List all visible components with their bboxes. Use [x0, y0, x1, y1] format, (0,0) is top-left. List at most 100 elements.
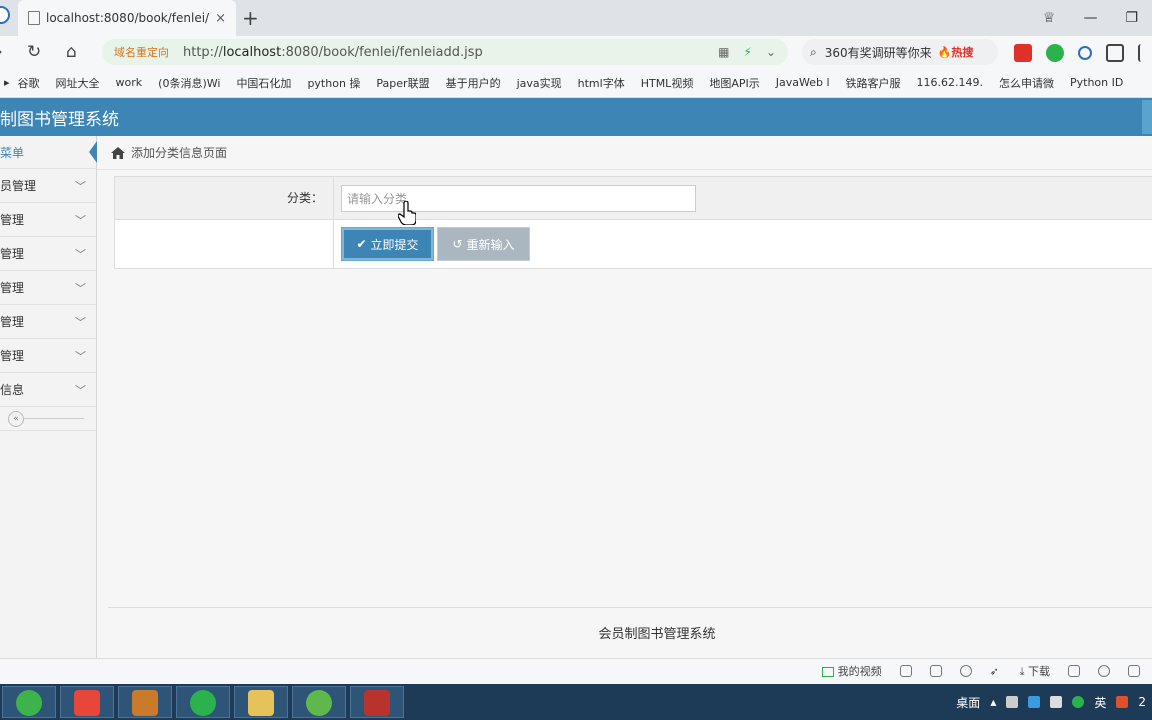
taskbar-app-explorer[interactable] [234, 686, 288, 718]
extension-red-icon[interactable] [1014, 44, 1032, 62]
bookmark-item[interactable]: 谷歌 [18, 75, 40, 91]
sidebar-item[interactable]: 管理 ﹀ [0, 339, 96, 373]
apps-grid-icon[interactable] [1106, 44, 1124, 62]
bookmark-item[interactable]: 网址大全 [56, 75, 100, 91]
bookmark-chevron-icon[interactable]: ▸ [4, 76, 10, 89]
qr-icon[interactable]: ▦ [718, 45, 729, 59]
image-icon[interactable] [929, 665, 942, 677]
browser-tab-bar: localhost:8080/book/fenlei/fe × + ♕ — ❐ [0, 0, 1152, 36]
window-icon[interactable] [1128, 665, 1140, 677]
hot-search-badge[interactable]: 🔥热搜 [938, 44, 974, 60]
ime-indicator[interactable]: 英 [1094, 694, 1106, 711]
bookmark-item[interactable]: html字体 [578, 75, 625, 91]
notebook-icon [364, 690, 390, 716]
bookmark-item[interactable]: 中国石化加 [236, 75, 291, 91]
browser-logo-icon [0, 6, 10, 24]
bookmark-item[interactable]: HTML视频 [641, 75, 694, 91]
clock[interactable]: 2 [1138, 695, 1146, 709]
bookmark-item[interactable]: JavaWeb l [776, 76, 830, 89]
extension-green-icon[interactable] [1046, 44, 1064, 62]
url-text[interactable]: http://localhost:8080/book/fenlei/fenlei… [183, 45, 718, 60]
redirect-badge[interactable]: 域名重定向 [114, 44, 169, 60]
chevron-down-icon: ﹀ [75, 349, 86, 363]
tray-app-icon[interactable] [1028, 696, 1041, 708]
chevron-down-icon: ﹀ [75, 213, 86, 227]
bookmark-item[interactable]: python 操 [307, 75, 360, 91]
back-icon[interactable]: › [0, 42, 3, 62]
reload-icon[interactable]: ↻ [27, 42, 41, 62]
reset-button[interactable]: ↺ 重新输入 [437, 227, 530, 261]
search-suggestion[interactable]: 360有奖调研等你来 [825, 44, 932, 61]
tray-expand-icon[interactable]: ▴ [990, 695, 996, 709]
bookmark-item[interactable]: (0条消息)Wi [158, 75, 220, 91]
footer-divider [108, 607, 1152, 608]
video-icon [821, 667, 834, 677]
sidebar-item-label: 管理 [0, 213, 25, 227]
shield-icon[interactable] [899, 665, 912, 677]
search-icon: ⌕ [810, 44, 817, 59]
dropdown-chevron-icon[interactable]: ⌄ [766, 45, 776, 59]
search-box[interactable]: ⌕ 360有奖调研等你来 🔥热搜 [802, 39, 998, 65]
sidebar-item-label: 信息 [0, 383, 25, 397]
bookmark-item[interactable]: 地图API示 [709, 75, 759, 91]
home-button-icon[interactable]: ⌂ [66, 42, 77, 62]
url-bar[interactable]: 域名重定向 http://localhost:8080/book/fenlei/… [102, 39, 788, 65]
speed-icon[interactable]: ⚡ [744, 45, 752, 59]
minimize-icon[interactable]: — [1083, 10, 1097, 26]
speed-dial-icon[interactable] [959, 665, 972, 677]
sidebar-item-label: 管理 [0, 349, 25, 363]
category-form: 分类： ✔ 立即提交 ↺ 重新输入 [114, 176, 1152, 269]
download-button[interactable]: ⤓ 下载 [1020, 663, 1050, 679]
extension-search-icon[interactable] [1078, 46, 1092, 60]
taskbar-app-dreamweaver[interactable] [292, 686, 346, 718]
bookmark-item[interactable]: 基于用户的 [446, 75, 501, 91]
taskbar-app-idea[interactable] [60, 686, 114, 718]
taskbar-app-wechat[interactable] [176, 686, 230, 718]
taskbar-app-notebook[interactable] [350, 686, 404, 718]
url-actions: ▦ ⚡ ⌄ [718, 45, 776, 59]
sidebar-item[interactable]: 管理 ﹀ [0, 305, 96, 339]
bookmark-item[interactable]: java实现 [517, 75, 562, 91]
sidebar-item[interactable]: 管理 ﹀ [0, 271, 96, 305]
bookmark-item[interactable]: Paper联盟 [376, 75, 429, 91]
bookmark-item[interactable]: Python ID [1070, 76, 1123, 89]
bookmark-item[interactable]: 116.62.149. [917, 76, 983, 89]
taskbar-app-book[interactable] [118, 686, 172, 718]
rocket-icon[interactable]: ➶ [990, 665, 1002, 678]
taskbar-app-360[interactable] [2, 686, 56, 718]
empty-label-cell [115, 220, 334, 268]
chevron-down-icon: ﹀ [75, 315, 86, 329]
wechat-tray-icon[interactable] [1072, 696, 1085, 708]
signal-icon[interactable] [1050, 696, 1063, 708]
submit-button[interactable]: ✔ 立即提交 [341, 227, 434, 261]
sidebar: 菜单 员管理 ﹀ 管理 ﹀ 管理 ﹀ 管理 ﹀ 管理 ﹀ 管理 ﹀ 信息 ﹀ « [0, 136, 97, 658]
app-title: 制图书管理系统 [0, 110, 119, 130]
sidebar-item[interactable]: 员管理 ﹀ [0, 169, 96, 203]
bookmarks-bar: ▸ 谷歌 网址大全 work (0条消息)Wi 中国石化加 python 操 P… [0, 68, 1152, 98]
header-user-tab[interactable] [1142, 100, 1152, 134]
category-input[interactable] [341, 185, 696, 212]
book-icon [132, 690, 158, 716]
new-tab-button[interactable]: + [242, 6, 259, 30]
sidebar-item[interactable]: 信息 ﹀ [0, 373, 96, 407]
sogou-icon[interactable] [1116, 696, 1129, 708]
form-cell: ✔ 立即提交 ↺ 重新输入 [334, 220, 1152, 268]
collapse-sidebar-icon[interactable]: « [8, 411, 24, 427]
network-icon[interactable] [1006, 696, 1019, 708]
print-icon[interactable] [1068, 665, 1080, 677]
maximize-icon[interactable]: ❐ [1125, 10, 1138, 26]
ie-icon[interactable] [1098, 665, 1110, 677]
my-video-button[interactable]: 我的视频 [821, 663, 882, 679]
sidebar-item[interactable]: 管理 ﹀ [0, 203, 96, 237]
sidebar-item[interactable]: 管理 ﹀ [0, 237, 96, 271]
category-label: 分类： [115, 177, 334, 219]
more-icon[interactable] [1138, 44, 1144, 62]
download-label: 下载 [1028, 665, 1050, 678]
skin-icon[interactable]: ♕ [1043, 10, 1056, 26]
desktop-label[interactable]: 桌面 [956, 694, 980, 711]
bookmark-item[interactable]: work [116, 76, 143, 89]
browser-tab[interactable]: localhost:8080/book/fenlei/fe × [18, 0, 236, 36]
tab-close-icon[interactable]: × [215, 11, 226, 26]
bookmark-item[interactable]: 铁路客户服 [846, 75, 901, 91]
bookmark-item[interactable]: 怎么申请微 [999, 75, 1054, 91]
